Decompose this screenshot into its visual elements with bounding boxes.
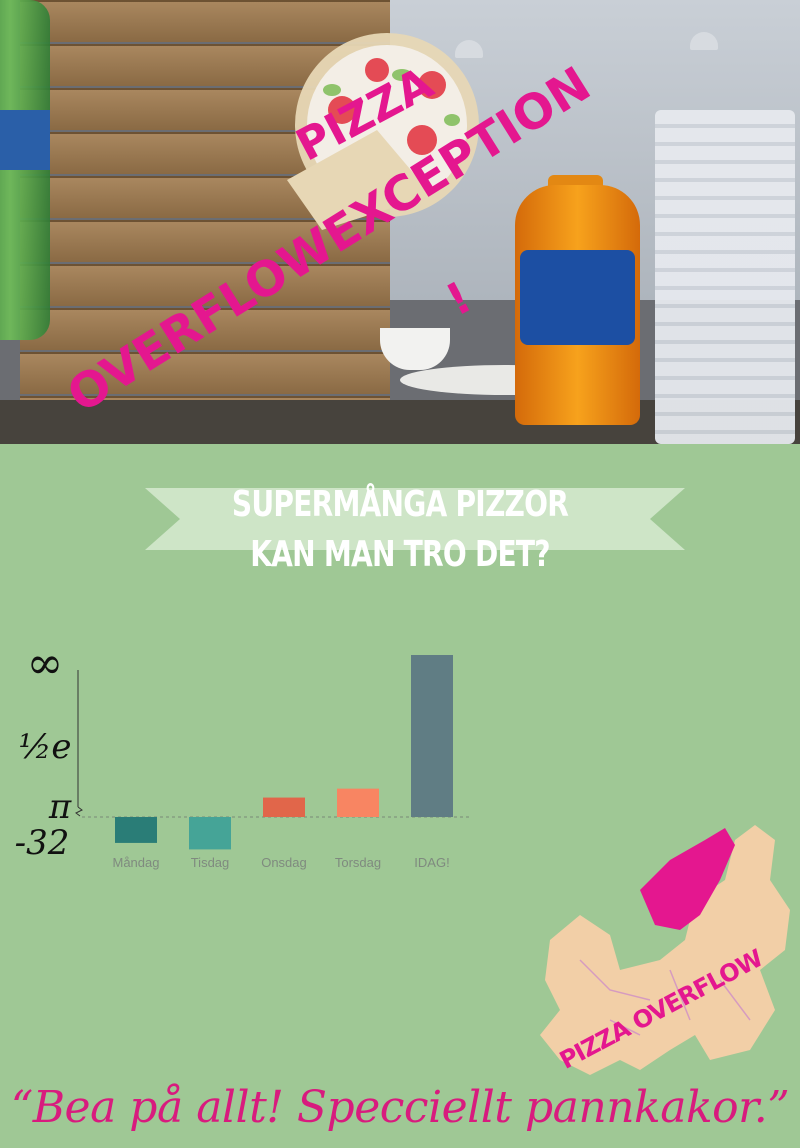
bar-chart: ∞ ½e π-32 Måndag Tisdag Onsdag Torsdag IDAG! <box>15 640 472 870</box>
banner-title-line2: KAN MAN TRO DET? <box>250 534 550 575</box>
x-tick-label: Måndag <box>113 855 160 870</box>
x-tick-label: Tisdag <box>191 855 230 870</box>
axis-break-mark <box>75 806 83 817</box>
y-tick-label: ½e <box>18 727 71 767</box>
banner-title-line1: SUPERMÅNGA PIZZOR <box>231 484 569 525</box>
y-tick-label: -32 <box>15 823 70 863</box>
bowl <box>380 328 450 370</box>
y-tick-label: π <box>48 787 72 827</box>
header-photo: PIZZA OVERFLOWEXCEPTION ! <box>0 0 800 444</box>
y-tick-label: ∞ <box>27 640 64 689</box>
bar-tisdag <box>189 817 231 850</box>
soda-bottle-green <box>0 0 50 340</box>
x-tick-label: Onsdag <box>261 855 307 870</box>
bar-onsdag <box>263 797 305 817</box>
bottle-label-fanta <box>520 250 635 345</box>
bar-måndag <box>115 817 157 843</box>
x-tick-label: IDAG! <box>414 855 449 870</box>
bottle-label-sprite <box>0 110 50 170</box>
bar-torsdag <box>337 788 379 817</box>
x-tick-label: Torsdag <box>335 855 381 870</box>
bar-idag <box>411 655 453 817</box>
quote-text: “Bea på allt! Specciellt pannkakor.” <box>10 1082 790 1133</box>
europe-map-icon <box>540 825 790 1075</box>
plastic-cup-stack <box>655 110 795 444</box>
